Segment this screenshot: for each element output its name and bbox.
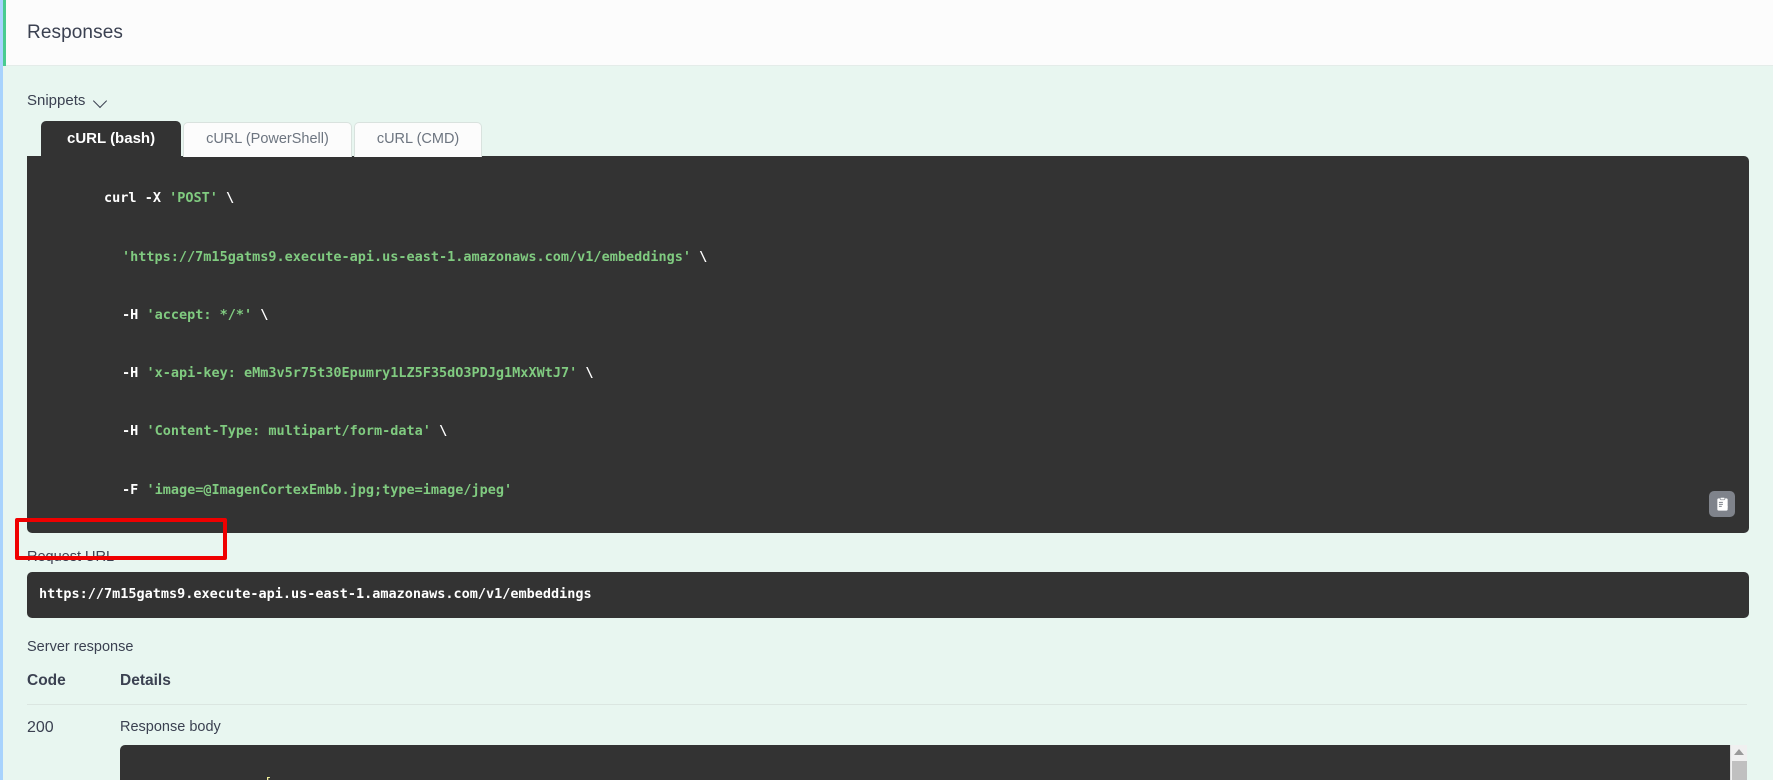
status-code-value: 200 — [27, 718, 54, 736]
response-details-cell: Response body [ 0.23572221398353577, 0.4… — [120, 719, 1747, 780]
request-url-block: https://7m15gatms9.execute-api.us-east-1… — [27, 572, 1749, 618]
curl-command: curl — [104, 190, 137, 207]
panel-header: Responses — [3, 0, 1773, 66]
table-header-row: Code Details — [27, 672, 1747, 705]
curl-flag: -H — [122, 423, 139, 440]
response-body-label: Response body — [120, 718, 221, 735]
curl-line: -H 'x-api-key: eMm3v5r75t30Epumry1LZ5F35… — [39, 345, 1733, 403]
curl-flag: -F — [122, 481, 139, 498]
copy-clipboard-icon[interactable] — [1709, 491, 1735, 518]
curl-arg: 'Content-Type: multipart/form-data' — [146, 423, 431, 440]
page-title: Responses — [27, 21, 123, 43]
response-body-scrollbar[interactable] — [1730, 744, 1747, 780]
tab-curl-powershell[interactable]: cURL (PowerShell) — [183, 122, 352, 157]
curl-apikey-arg: 'x-api-key: eMm3v5r75t30Epumry1LZ5F35dO3… — [146, 365, 578, 382]
curl-arg: 'POST' — [169, 190, 218, 207]
scroll-up-arrow-icon[interactable] — [1734, 748, 1744, 755]
curl-line: -H 'Content-Type: multipart/form-data' \ — [39, 403, 1733, 461]
response-body-block[interactable]: [ 0.23572221398353577, 0.492181569337844… — [120, 744, 1747, 780]
tab-curl-bash-label: cURL (bash) — [67, 130, 156, 147]
tab-curl-cmd-label: cURL (CMD) — [376, 131, 460, 147]
curl-line: curl -X 'POST' \ — [39, 170, 1733, 228]
curl-line: -H 'accept: */*' \ — [39, 286, 1733, 344]
curl-continuation: \ — [260, 306, 269, 323]
curl-flag: -H — [122, 306, 139, 323]
responses-panel: Responses Snippets cURL (bash) cURL (Pow… — [0, 0, 1773, 780]
tab-curl-powershell-label: cURL (PowerShell) — [206, 131, 329, 147]
panel-body: Snippets cURL (bash) cURL (PowerShell) c… — [3, 66, 1773, 780]
server-response-table: Code Details 200 Response body [ 0.23572… — [27, 672, 1747, 780]
curl-arg: 'accept: */*' — [146, 306, 253, 323]
table-row: 200 Response body [ 0.23572221398353577,… — [27, 705, 1747, 780]
snippet-tabs: cURL (bash) cURL (PowerShell) cURL (CMD) — [41, 121, 1749, 157]
json-open-bracket: [ — [134, 755, 1747, 780]
server-response-label: Server response — [27, 638, 134, 655]
response-body-wrapper: [ 0.23572221398353577, 0.492181569337844… — [120, 744, 1747, 780]
curl-flag: -X — [144, 190, 161, 207]
curl-line: 'https://7m15gatms9.execute-api.us-east-… — [39, 228, 1733, 286]
chevron-down-icon — [94, 94, 109, 109]
tab-curl-bash[interactable]: cURL (bash) — [41, 121, 182, 157]
column-header-details: Details — [120, 671, 171, 689]
curl-continuation: \ — [699, 248, 708, 265]
curl-continuation: \ — [585, 365, 594, 382]
curl-file-arg: 'image=@ImagenCortexEmbb.jpg;type=image/… — [146, 481, 513, 498]
column-header-code: Code — [27, 671, 66, 689]
json-bracket-text: [ — [264, 775, 272, 780]
snippets-label: Snippets — [27, 92, 86, 109]
request-url-value: https://7m15gatms9.execute-api.us-east-1… — [39, 586, 592, 603]
tab-curl-cmd[interactable]: cURL (CMD) — [353, 122, 483, 157]
scrollbar-thumb[interactable] — [1732, 760, 1747, 780]
curl-continuation: \ — [439, 423, 448, 440]
curl-snippet-block: curl -X 'POST' \ 'https://7m15gatms9.exe… — [27, 156, 1749, 534]
curl-flag: -H — [122, 365, 139, 382]
snippets-toggle[interactable]: Snippets — [27, 66, 109, 115]
request-url-label: Request URL — [27, 549, 115, 566]
curl-continuation: \ — [226, 190, 235, 207]
curl-url-arg: 'https://7m15gatms9.execute-api.us-east-… — [122, 248, 691, 265]
curl-line: -F 'image=@ImagenCortexEmbb.jpg;type=ima… — [39, 461, 1733, 519]
